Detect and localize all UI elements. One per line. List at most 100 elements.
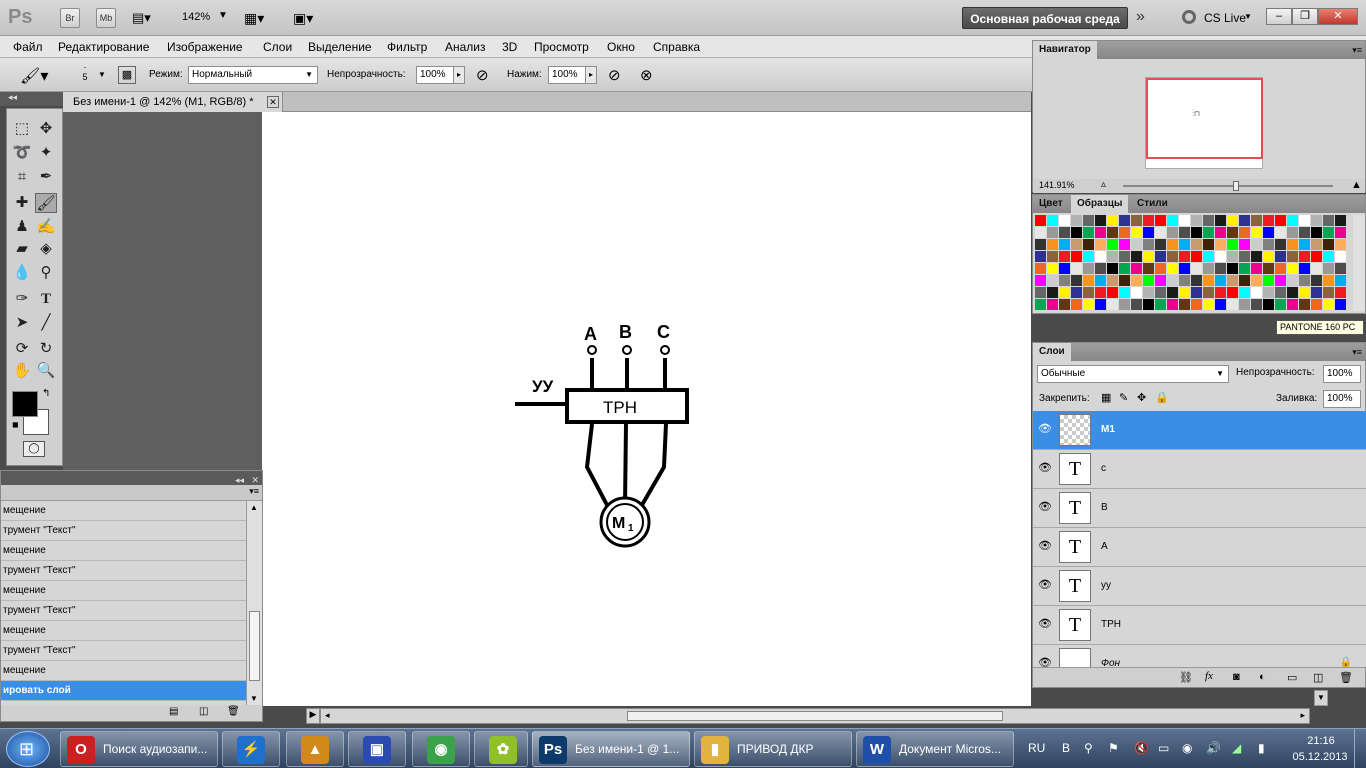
swatch[interactable]	[1119, 263, 1130, 274]
swatch[interactable]	[1203, 287, 1214, 298]
swatch[interactable]	[1251, 287, 1262, 298]
layer-row[interactable]: 👁 Tc	[1033, 450, 1366, 489]
swatch[interactable]	[1191, 239, 1202, 250]
brush-tool-preset-icon[interactable]: 🖌▾	[20, 66, 48, 86]
swatch[interactable]	[1215, 227, 1226, 238]
swatch[interactable]	[1167, 275, 1178, 286]
language-indicator[interactable]: RU	[1028, 741, 1045, 755]
speaker-tray-icon[interactable]: 🔊	[1206, 741, 1221, 755]
zoom-out-icon[interactable]: ▵	[1101, 179, 1106, 190]
swatch[interactable]	[1167, 263, 1178, 274]
history-item[interactable]: трумент "Текст"	[1, 561, 246, 581]
layers-menu-icon[interactable]: ▾≡	[1352, 343, 1362, 361]
swatch[interactable]	[1143, 299, 1154, 310]
dodge-tool-icon[interactable]: ⚲	[35, 263, 57, 283]
swatch[interactable]	[1215, 287, 1226, 298]
volume-tray-icon[interactable]: 🔇	[1134, 741, 1149, 755]
swatch[interactable]	[1095, 239, 1106, 250]
vk-tray-icon[interactable]: В	[1062, 741, 1070, 755]
swatch[interactable]	[1047, 299, 1058, 310]
swatch[interactable]	[1107, 275, 1118, 286]
swatch[interactable]	[1251, 275, 1262, 286]
swatch[interactable]	[1335, 299, 1346, 310]
swatch[interactable]	[1299, 287, 1310, 298]
swatch[interactable]	[1119, 251, 1130, 262]
scroll-right-icon[interactable]: ▸	[1300, 710, 1305, 721]
menu-filter[interactable]: Фильтр	[387, 40, 427, 54]
layer-style-icon[interactable]: fx	[1205, 670, 1213, 682]
healing-brush-icon[interactable]: ✚	[11, 193, 33, 213]
swap-colors-icon[interactable]: ↰	[42, 388, 50, 399]
swatch[interactable]	[1263, 299, 1274, 310]
swatch[interactable]	[1203, 215, 1214, 226]
add-mask-icon[interactable]: ◙	[1233, 671, 1240, 683]
history-item[interactable]: трумент "Текст"	[1, 601, 246, 621]
swatch[interactable]	[1071, 275, 1082, 286]
swatch[interactable]	[1155, 215, 1166, 226]
airbrush-icon[interactable]: ⊘	[608, 66, 621, 84]
opacity-input[interactable]: 100%	[416, 66, 454, 84]
battery-tray-icon[interactable]: ▮	[1258, 741, 1265, 755]
swatch[interactable]	[1095, 299, 1106, 310]
clone-stamp-icon[interactable]: ♟	[11, 217, 33, 237]
swatch[interactable]	[1251, 263, 1262, 274]
swatch[interactable]	[1035, 287, 1046, 298]
history-item[interactable]: мещение	[1, 661, 246, 681]
clock-date[interactable]: 05.12.2013	[1292, 751, 1348, 763]
visibility-eye-icon[interactable]: 👁	[1038, 540, 1052, 552]
menu-view[interactable]: Просмотр	[534, 40, 589, 54]
swatch[interactable]	[1335, 251, 1346, 262]
swatch[interactable]	[1335, 275, 1346, 286]
swatch[interactable]	[1263, 275, 1274, 286]
brush-size[interactable]: · 5	[80, 62, 90, 82]
swatch[interactable]	[1239, 263, 1250, 274]
swatch[interactable]	[1131, 239, 1142, 250]
swatch[interactable]	[1227, 227, 1238, 238]
visibility-eye-icon[interactable]: 👁	[1038, 579, 1052, 591]
swatch[interactable]	[1155, 299, 1166, 310]
swatch[interactable]	[1191, 215, 1202, 226]
swatch[interactable]	[1155, 251, 1166, 262]
swatch[interactable]	[1323, 239, 1334, 250]
signal-tray-icon[interactable]: ◢	[1232, 741, 1241, 755]
swatch[interactable]	[1107, 239, 1118, 250]
swatch[interactable]	[1191, 251, 1202, 262]
swatch[interactable]	[1203, 263, 1214, 274]
swatch[interactable]	[1215, 263, 1226, 274]
swatch[interactable]	[1287, 287, 1298, 298]
swatch[interactable]	[1191, 263, 1202, 274]
swatch[interactable]	[1239, 227, 1250, 238]
layer-row[interactable]: 👁 T B	[1033, 489, 1366, 528]
swatch[interactable]	[1299, 275, 1310, 286]
swatch[interactable]	[1167, 227, 1178, 238]
swatch[interactable]	[1263, 287, 1274, 298]
swatch[interactable]	[1059, 263, 1070, 274]
swatch[interactable]	[1071, 227, 1082, 238]
swatch[interactable]	[1095, 275, 1106, 286]
zoom-tool-icon[interactable]: 🔍	[35, 361, 57, 381]
swatch[interactable]	[1335, 215, 1346, 226]
swatch[interactable]	[1071, 287, 1082, 298]
swatch[interactable]	[1203, 227, 1214, 238]
magic-wand-icon[interactable]: ✦	[35, 143, 57, 163]
zoom-dropdown-icon[interactable]: ▼	[218, 10, 228, 21]
navigator-zoom-slider[interactable]	[1123, 185, 1333, 187]
swatch[interactable]	[1299, 299, 1310, 310]
taskbar-item[interactable]: ▮ ПРИВОД ДКР	[694, 731, 852, 767]
swatch[interactable]	[1083, 239, 1094, 250]
navigator-view-box[interactable]	[1146, 78, 1263, 159]
swatch[interactable]	[1323, 215, 1334, 226]
3d-rotate-icon[interactable]: ⟳	[11, 339, 33, 359]
crop-tool-icon[interactable]: ⌗	[11, 167, 33, 187]
swatch[interactable]	[1203, 275, 1214, 286]
lock-position-icon[interactable]: ✥	[1137, 391, 1146, 404]
swatch[interactable]	[1167, 287, 1178, 298]
status-arrow-icon[interactable]: ▶	[306, 708, 320, 724]
history-item[interactable]: трумент "Текст"	[1, 521, 246, 541]
close-button[interactable]: ✕	[1318, 8, 1358, 25]
swatch[interactable]	[1131, 287, 1142, 298]
swatch[interactable]	[1167, 239, 1178, 250]
swatch[interactable]	[1251, 227, 1262, 238]
swatch[interactable]	[1215, 275, 1226, 286]
swatch[interactable]	[1143, 287, 1154, 298]
